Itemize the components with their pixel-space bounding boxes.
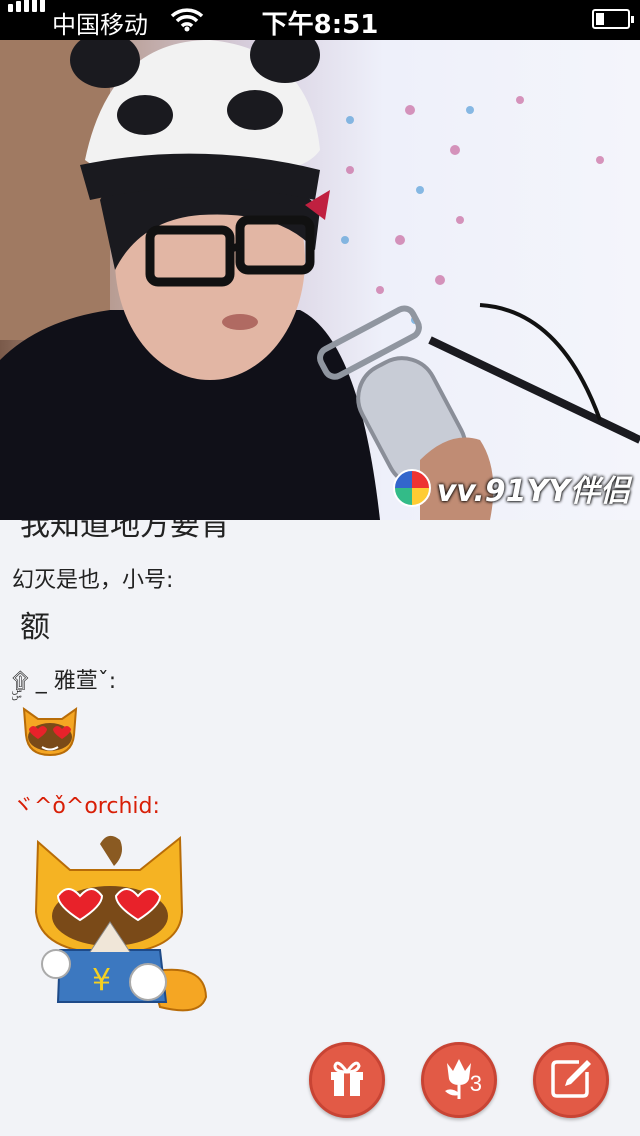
video-frame-illustration [0,40,640,520]
watermark-text: vv.91YY伴侣 [436,474,630,509]
chat-message-text: 额 [20,610,50,645]
live-video[interactable]: vv.91YY伴侣 [0,40,640,520]
flower-button[interactable]: 3 [421,1042,497,1118]
flower-count: 3 [469,1071,482,1096]
compose-button[interactable] [533,1042,609,1118]
love-eyes-cat-icon [20,705,80,761]
compose-icon [549,1056,593,1104]
clock: 下午8:51 [261,10,379,40]
battery-icon [592,9,634,29]
yy-logo-icon [392,469,431,507]
status-bar: 中国移动 下午8:51 [0,0,640,40]
love-eyes-cat-dancing-icon: ¥ [30,832,210,1021]
gift-icon [325,1056,369,1104]
svg-text:¥: ¥ [92,963,111,998]
chat-message-text: 我知道地方要肯 [20,520,230,543]
chat-sender[interactable]: ヾ^ǒ^orchid: [12,788,160,820]
chat-sender[interactable]: 幻灭是也，小号: [12,562,173,594]
chat-feed[interactable]: 我知道地方要肯 幻灭是也，小号: 额 ۣۣ۩ _ 雅萱ˇ: ヾ^ǒ^orchid… [0,520,640,1136]
chat-sender[interactable]: ۣۣ۩ _ 雅萱ˇ: [12,663,116,695]
video-watermark: vv.91YY伴侣 [392,466,630,510]
gift-button[interactable] [309,1042,385,1118]
